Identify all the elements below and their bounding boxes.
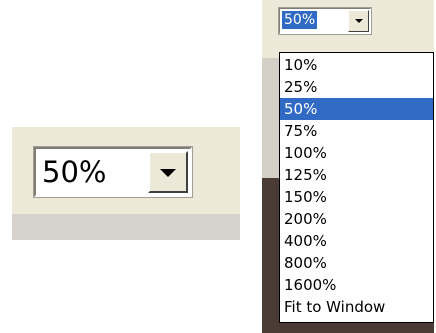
toolbar-bottom-edge (12, 214, 240, 240)
zoom-option[interactable]: 25% (280, 76, 433, 98)
zoom-level-select-enlarged[interactable]: 50% (34, 147, 192, 197)
zoom-option[interactable]: 100% (280, 142, 433, 164)
zoom-option[interactable]: 10% (280, 54, 433, 76)
zoom-panel-expanded: 50% 10% 25% 50% 75% 100% 125% 150% 200% 400% 800%… (262, 0, 434, 333)
zoom-toolbar-enlarged: 50% (12, 127, 240, 240)
zoom-level-value: 50% (42, 155, 107, 189)
zoom-option[interactable]: Fit to Window (280, 296, 433, 318)
zoom-option[interactable]: 200% (280, 208, 433, 230)
zoom-option[interactable]: 1600% (280, 274, 433, 296)
zoom-dropdown-button[interactable] (148, 151, 188, 193)
chevron-down-icon (160, 169, 176, 177)
zoom-level-value-selected: 50% (280, 10, 319, 30)
zoom-option[interactable]: 125% (280, 164, 433, 186)
zoom-option[interactable]: 400% (280, 230, 433, 252)
zoom-option[interactable]: 50% (280, 98, 433, 120)
zoom-level-select[interactable]: 50% (279, 8, 371, 34)
zoom-options-list: 10% 25% 50% 75% 100% 125% 150% 200% 400% 800% 1600… (279, 52, 434, 323)
zoom-dropdown-button[interactable] (348, 10, 369, 32)
zoom-option[interactable]: 75% (280, 120, 433, 142)
chevron-down-icon (354, 19, 363, 23)
zoom-option[interactable]: 150% (280, 186, 433, 208)
zoom-option[interactable]: 800% (280, 252, 433, 274)
